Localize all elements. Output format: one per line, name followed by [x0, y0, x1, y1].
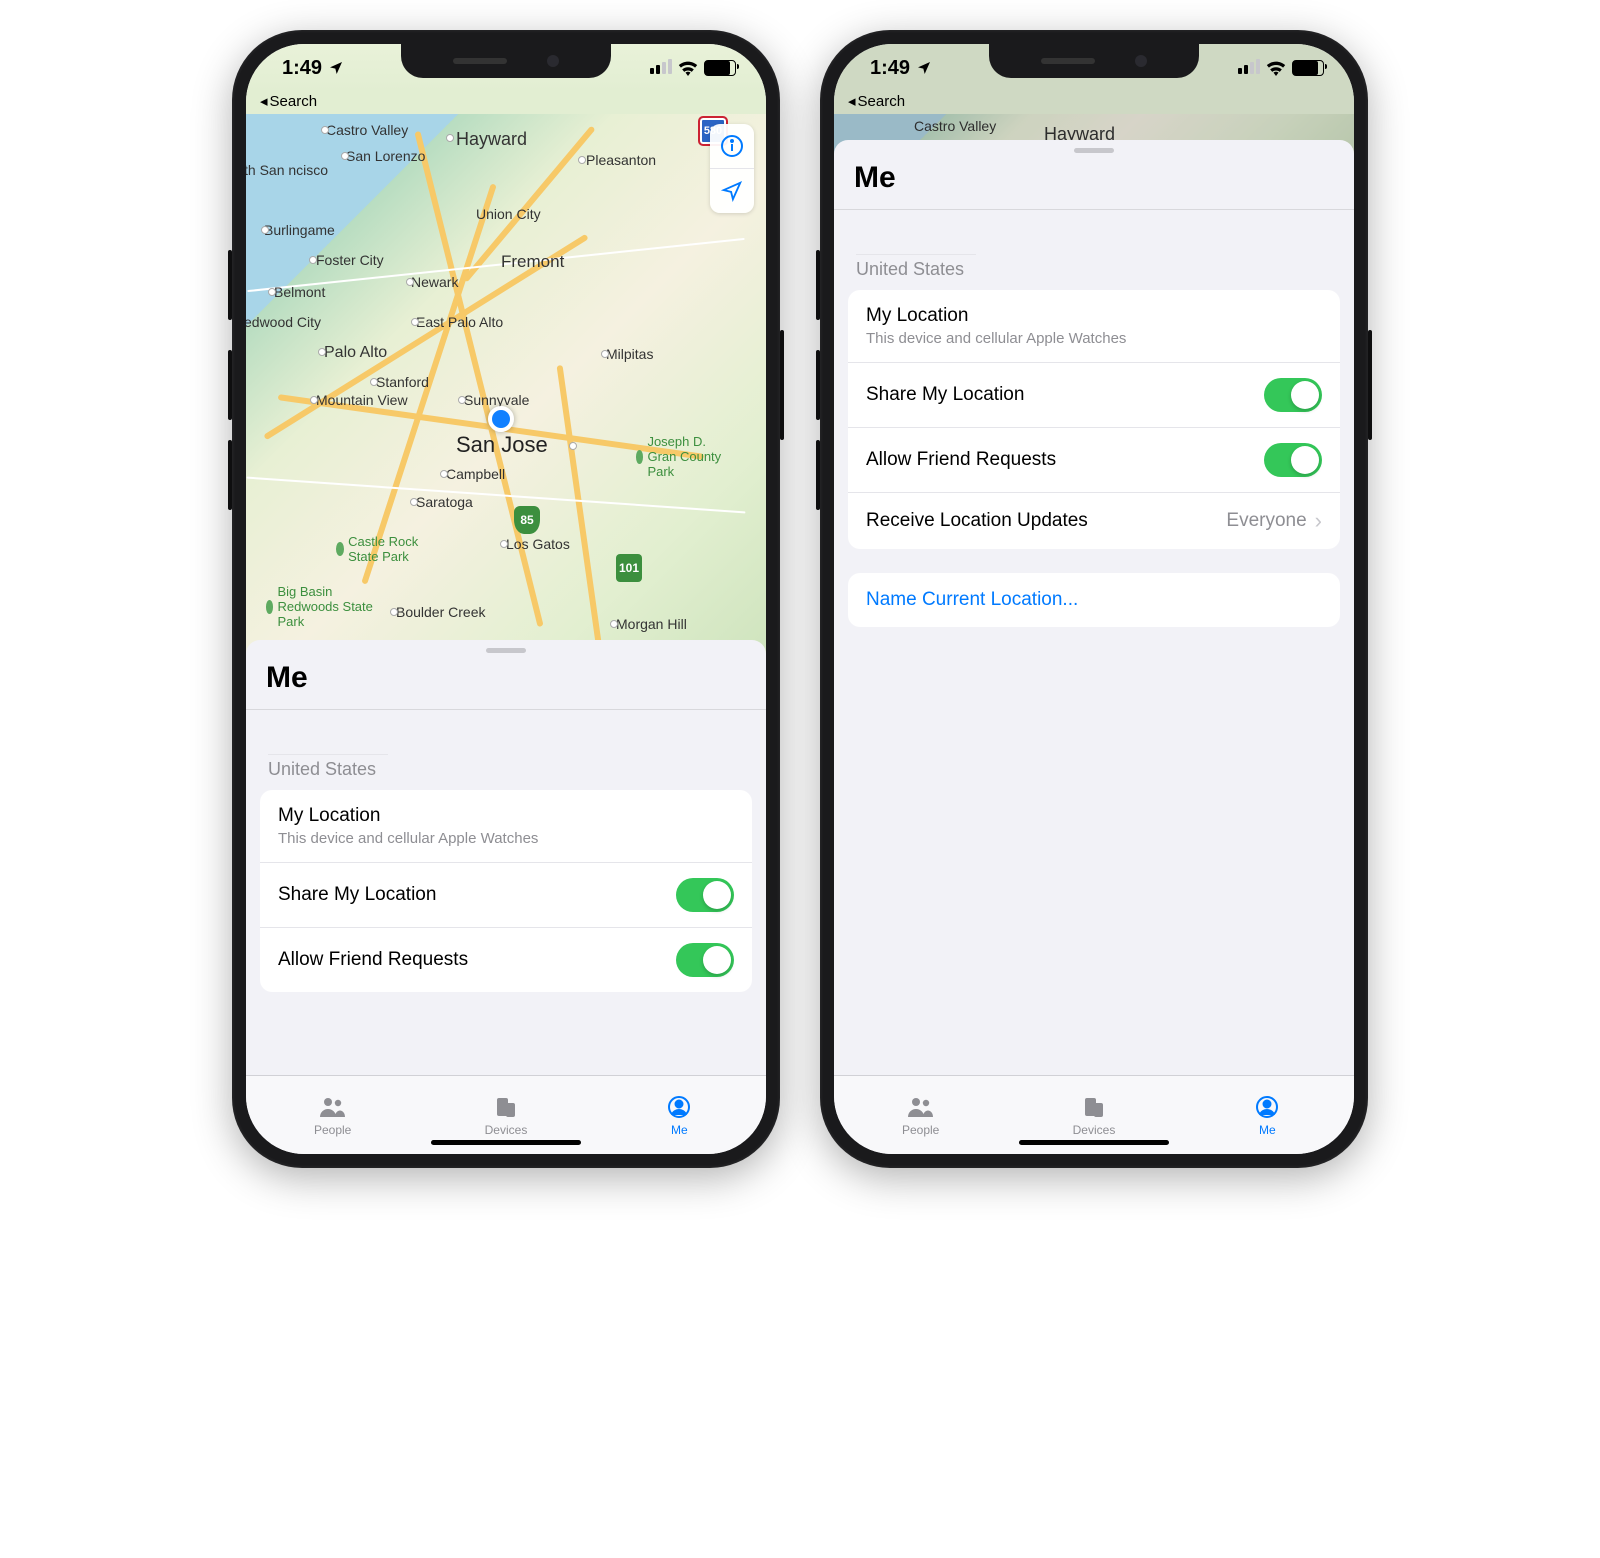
- phone-right: 1:49 ◂Search Castro Valley Hayward Me Un…: [820, 30, 1368, 1168]
- friend-requests-row: Allow Friend Requests: [848, 427, 1340, 492]
- people-icon: [318, 1094, 348, 1120]
- map-controls: [710, 124, 754, 213]
- share-location-row: Share My Location: [848, 362, 1340, 427]
- people-icon: [906, 1094, 936, 1120]
- tab-people[interactable]: People: [246, 1076, 419, 1154]
- tab-me[interactable]: Me: [593, 1076, 766, 1154]
- location-icon: [916, 60, 932, 76]
- wifi-icon: [678, 61, 698, 76]
- info-button[interactable]: [710, 124, 754, 168]
- my-location-row[interactable]: My Location This device and cellular App…: [260, 790, 752, 862]
- me-panel[interactable]: Me United States My Location This device…: [834, 140, 1354, 1075]
- home-indicator[interactable]: [1019, 1140, 1169, 1145]
- back-search[interactable]: ◂Search: [246, 92, 766, 114]
- name-location-button[interactable]: Name Current Location...: [848, 573, 1340, 627]
- tab-people[interactable]: People: [834, 1076, 1007, 1154]
- chevron-right-icon: ›: [1315, 508, 1322, 534]
- panel-title: Me: [854, 161, 1334, 195]
- devices-icon: [491, 1094, 521, 1120]
- signal-icon: [1236, 57, 1260, 80]
- me-icon: [664, 1094, 694, 1120]
- highway-85: 85: [514, 506, 540, 534]
- devices-icon: [1079, 1094, 1109, 1120]
- friend-requests-toggle[interactable]: [1264, 443, 1322, 477]
- me-icon: [1252, 1094, 1282, 1120]
- share-location-toggle[interactable]: [1264, 378, 1322, 412]
- wifi-icon: [1266, 61, 1286, 76]
- tab-me[interactable]: Me: [1181, 1076, 1354, 1154]
- back-search[interactable]: ◂Search: [834, 92, 1354, 114]
- clock: 1:49: [870, 57, 910, 80]
- signal-icon: [648, 57, 672, 80]
- section-header: United States: [856, 259, 1332, 280]
- section-header: United States: [268, 759, 744, 780]
- home-indicator[interactable]: [431, 1140, 581, 1145]
- locate-button[interactable]: [710, 168, 754, 213]
- my-location-row[interactable]: My Location This device and cellular App…: [848, 290, 1340, 362]
- sheet-grabber[interactable]: [486, 648, 526, 653]
- share-location-row: Share My Location: [260, 862, 752, 927]
- me-panel[interactable]: Me United States My Location This device…: [246, 640, 766, 1075]
- sheet-grabber[interactable]: [1074, 148, 1114, 153]
- highway-101: 101: [616, 554, 642, 582]
- receive-updates-row[interactable]: Receive Location Updates Everyone›: [848, 492, 1340, 549]
- map-view[interactable]: Castro Valley Hayward San Lorenzo Pleasa…: [246, 114, 766, 654]
- friend-requests-row: Allow Friend Requests: [260, 927, 752, 992]
- current-location-dot: [488, 406, 514, 432]
- clock: 1:49: [282, 57, 322, 80]
- friend-requests-toggle[interactable]: [676, 943, 734, 977]
- panel-title: Me: [266, 661, 746, 695]
- location-icon: [328, 60, 344, 76]
- battery-icon: [704, 60, 736, 76]
- phone-left: 1:49 ◂Search Castro Valley Hayward San L…: [232, 30, 780, 1168]
- share-location-toggle[interactable]: [676, 878, 734, 912]
- battery-icon: [1292, 60, 1324, 76]
